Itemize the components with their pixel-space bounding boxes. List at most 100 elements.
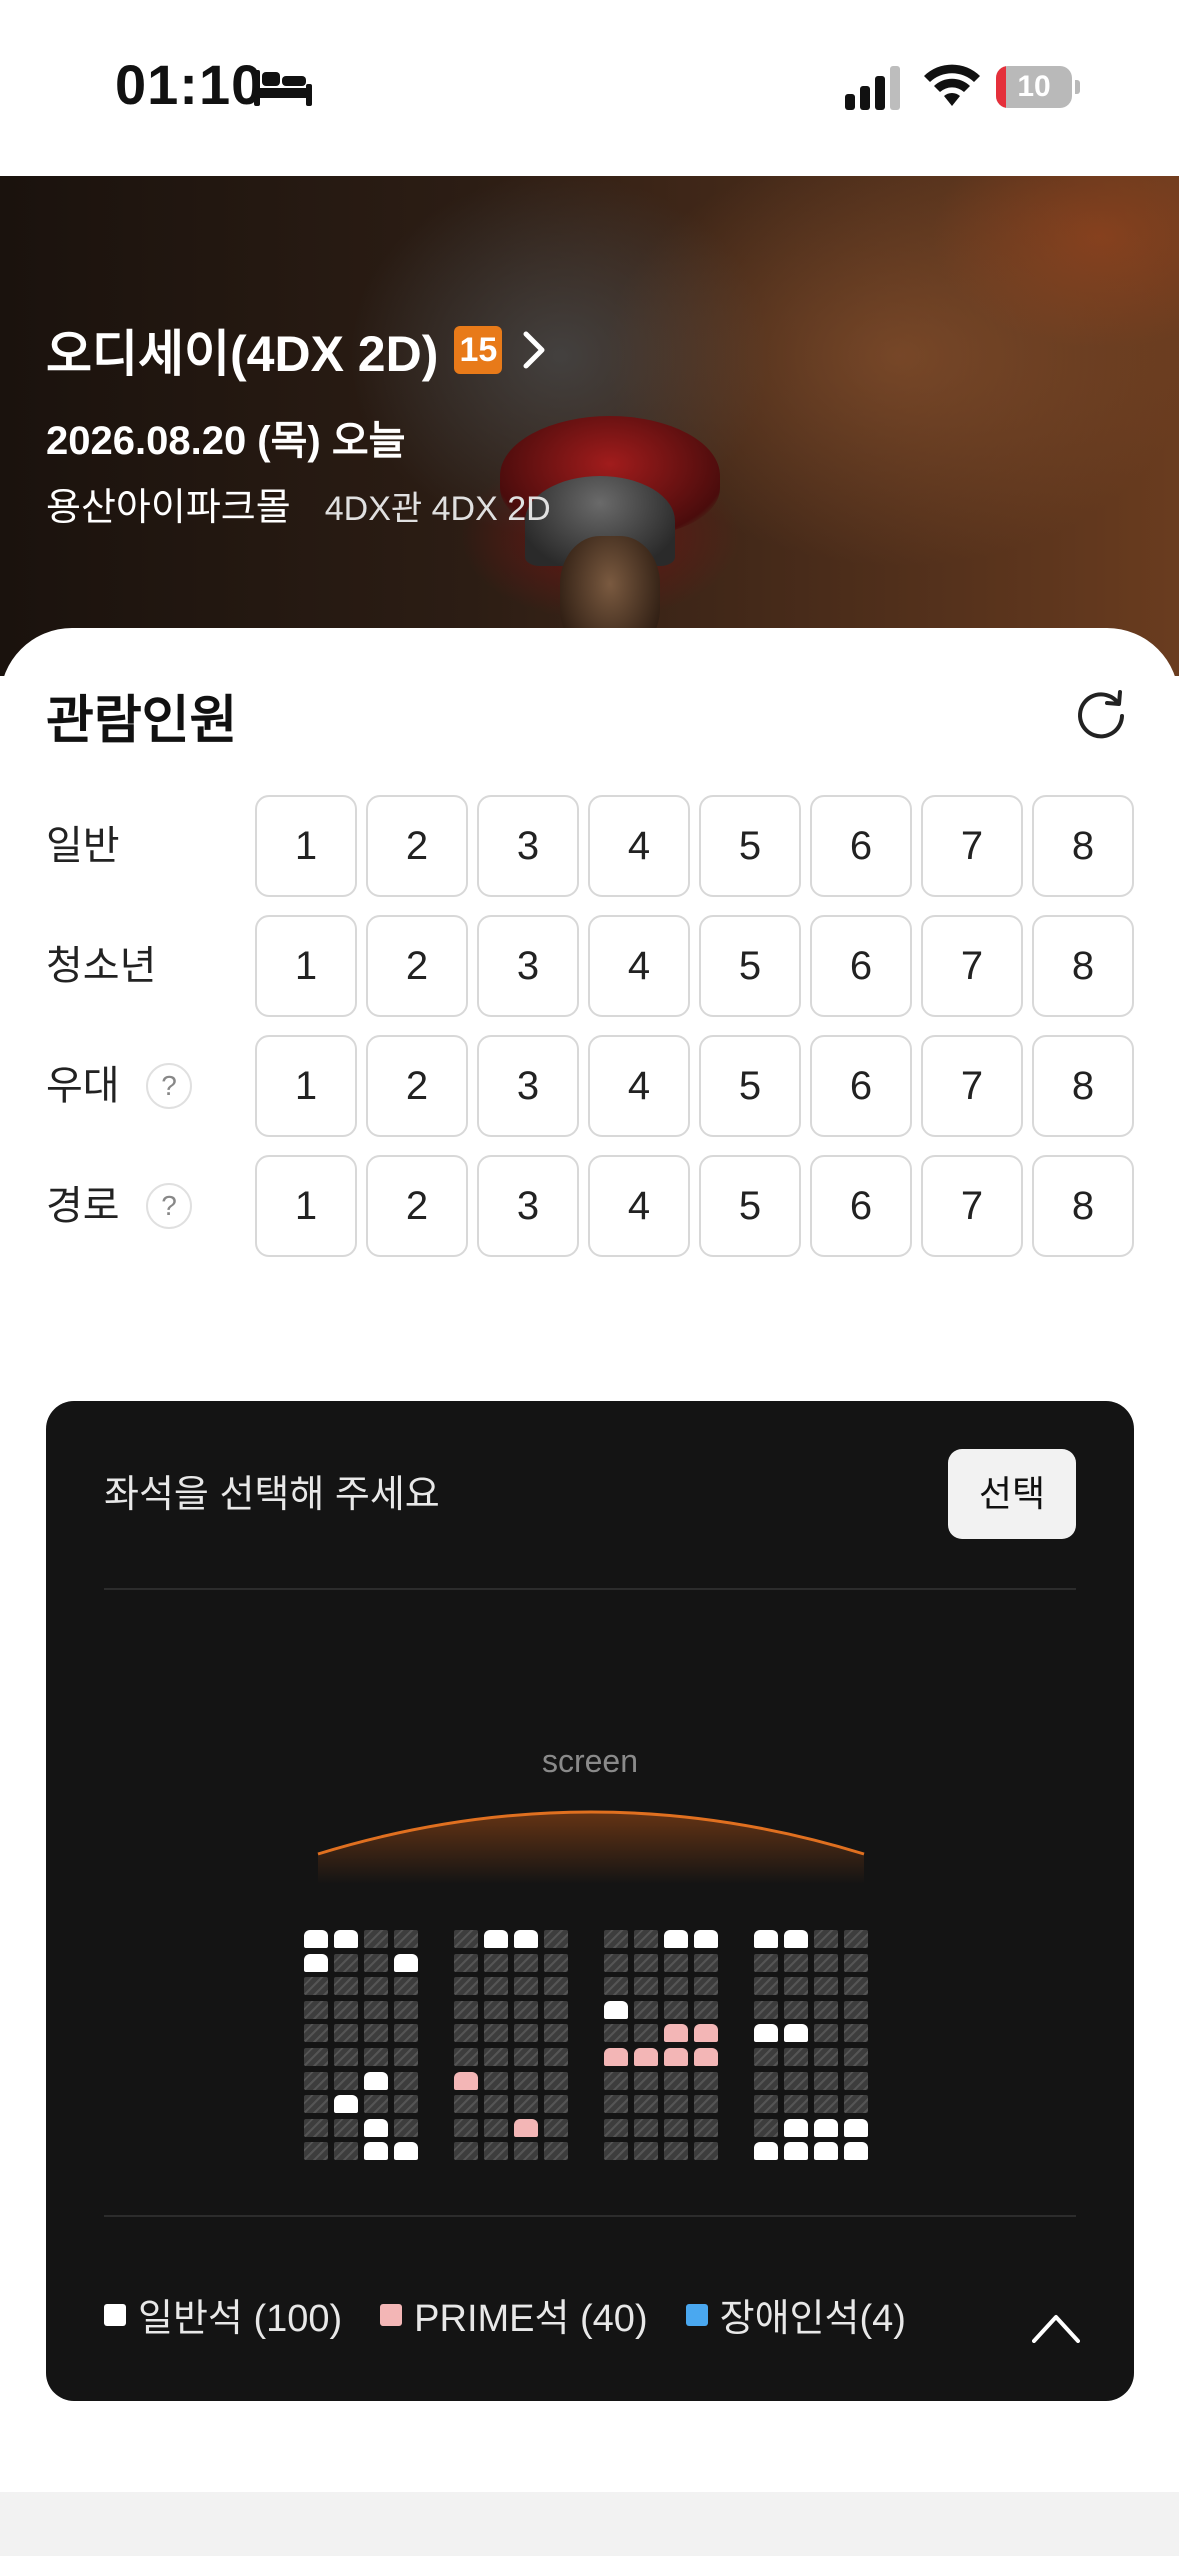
count-button[interactable]: 2 bbox=[366, 1155, 468, 1257]
count-button[interactable]: 1 bbox=[255, 1035, 357, 1137]
count-button[interactable]: 2 bbox=[366, 915, 468, 1017]
help-icon[interactable]: ? bbox=[146, 1183, 192, 1229]
count-button[interactable]: 8 bbox=[1032, 1155, 1134, 1257]
seat-occupied bbox=[394, 1930, 418, 1948]
count-button[interactable]: 3 bbox=[477, 795, 579, 897]
seat-prime[interactable] bbox=[634, 2048, 658, 2066]
seat-occupied bbox=[784, 2095, 808, 2113]
seat-occupied bbox=[394, 2095, 418, 2113]
seat-prime[interactable] bbox=[454, 2072, 478, 2090]
seat-occupied bbox=[514, 2142, 538, 2160]
count-button[interactable]: 7 bbox=[921, 795, 1023, 897]
seat-occupied bbox=[814, 2095, 838, 2113]
seat-general[interactable] bbox=[754, 2142, 778, 2160]
seat-general[interactable] bbox=[664, 1930, 688, 1948]
seat-occupied bbox=[394, 2072, 418, 2090]
seat-general[interactable] bbox=[334, 1930, 358, 1948]
seat-general[interactable] bbox=[694, 1930, 718, 1948]
count-button[interactable]: 2 bbox=[366, 1035, 468, 1137]
count-button[interactable]: 4 bbox=[588, 1035, 690, 1137]
legend-item: 일반석 (100) bbox=[104, 2287, 342, 2342]
seat-general[interactable] bbox=[364, 2072, 388, 2090]
seat-occupied bbox=[634, 1954, 658, 1972]
seat-prime[interactable] bbox=[664, 2024, 688, 2042]
seat-occupied bbox=[484, 2072, 508, 2090]
seat-general[interactable] bbox=[814, 2142, 838, 2160]
seat-general[interactable] bbox=[814, 2119, 838, 2137]
count-button[interactable]: 8 bbox=[1032, 795, 1134, 897]
seat-prime[interactable] bbox=[694, 2024, 718, 2042]
seat-occupied bbox=[634, 2095, 658, 2113]
count-button[interactable]: 5 bbox=[699, 1035, 801, 1137]
seat-general[interactable] bbox=[784, 1930, 808, 1948]
seat-general[interactable] bbox=[754, 2024, 778, 2042]
seat-occupied bbox=[754, 2001, 778, 2019]
count-button[interactable]: 1 bbox=[255, 795, 357, 897]
seat-general[interactable] bbox=[844, 2119, 868, 2137]
count-button[interactable]: 4 bbox=[588, 1155, 690, 1257]
seat-occupied bbox=[304, 2095, 328, 2113]
count-button[interactable]: 6 bbox=[810, 915, 912, 1017]
seat-occupied bbox=[604, 2142, 628, 2160]
seat-general[interactable] bbox=[784, 2142, 808, 2160]
seat-prime[interactable] bbox=[694, 2048, 718, 2066]
seat-prime[interactable] bbox=[604, 2048, 628, 2066]
seat-occupied bbox=[484, 2048, 508, 2066]
seat-general[interactable] bbox=[754, 1930, 778, 1948]
count-button[interactable]: 5 bbox=[699, 915, 801, 1017]
count-button[interactable]: 3 bbox=[477, 1155, 579, 1257]
seat-general[interactable] bbox=[364, 2142, 388, 2160]
seat-general[interactable] bbox=[394, 2142, 418, 2160]
seat-occupied bbox=[514, 2001, 538, 2019]
seat-general[interactable] bbox=[364, 2119, 388, 2137]
count-button[interactable]: 4 bbox=[588, 915, 690, 1017]
seat-general[interactable] bbox=[394, 1954, 418, 1972]
seat-occupied bbox=[844, 1930, 868, 1948]
seat-prime[interactable] bbox=[514, 2119, 538, 2137]
count-button[interactable]: 1 bbox=[255, 1155, 357, 1257]
count-button[interactable]: 5 bbox=[699, 795, 801, 897]
count-button[interactable]: 6 bbox=[810, 795, 912, 897]
count-button[interactable]: 7 bbox=[921, 1155, 1023, 1257]
seat-general[interactable] bbox=[334, 2095, 358, 2113]
chevron-up-icon[interactable] bbox=[1032, 2313, 1080, 2343]
count-button[interactable]: 3 bbox=[477, 915, 579, 1017]
seat-map bbox=[46, 1401, 1134, 2401]
seat-occupied bbox=[364, 2095, 388, 2113]
seat-occupied bbox=[514, 2095, 538, 2113]
seat-occupied bbox=[304, 2001, 328, 2019]
sleep-bed-icon bbox=[254, 70, 312, 106]
seat-general[interactable] bbox=[514, 1930, 538, 1948]
seat-occupied bbox=[454, 2095, 478, 2113]
count-button[interactable]: 2 bbox=[366, 795, 468, 897]
count-button[interactable]: 6 bbox=[810, 1035, 912, 1137]
seat-general[interactable] bbox=[604, 2001, 628, 2019]
seat-occupied bbox=[304, 1977, 328, 1995]
count-button[interactable]: 6 bbox=[810, 1155, 912, 1257]
movie-title-link[interactable]: 오디세이(4DX 2D) 15 bbox=[46, 314, 548, 386]
count-button[interactable]: 1 bbox=[255, 915, 357, 1017]
seat-general[interactable] bbox=[784, 2119, 808, 2137]
seat-occupied bbox=[484, 1954, 508, 1972]
refresh-icon[interactable] bbox=[1074, 686, 1128, 740]
count-button[interactable]: 8 bbox=[1032, 1035, 1134, 1137]
count-button[interactable]: 3 bbox=[477, 1035, 579, 1137]
count-button[interactable]: 4 bbox=[588, 795, 690, 897]
count-button[interactable]: 8 bbox=[1032, 915, 1134, 1017]
seat-prime[interactable] bbox=[664, 2048, 688, 2066]
help-icon[interactable]: ? bbox=[146, 1063, 192, 1109]
seat-general[interactable] bbox=[484, 1930, 508, 1948]
seat-occupied bbox=[334, 2072, 358, 2090]
seat-occupied bbox=[304, 2119, 328, 2137]
seat-occupied bbox=[784, 1954, 808, 1972]
count-button[interactable]: 7 bbox=[921, 1035, 1023, 1137]
legend-swatch bbox=[104, 2303, 126, 2326]
seat-general[interactable] bbox=[784, 2024, 808, 2042]
seat-general[interactable] bbox=[304, 1930, 328, 1948]
seat-general[interactable] bbox=[304, 1954, 328, 1972]
seat-occupied bbox=[364, 2048, 388, 2066]
count-button[interactable]: 7 bbox=[921, 915, 1023, 1017]
seat-occupied bbox=[484, 2001, 508, 2019]
seat-general[interactable] bbox=[844, 2142, 868, 2160]
count-button[interactable]: 5 bbox=[699, 1155, 801, 1257]
